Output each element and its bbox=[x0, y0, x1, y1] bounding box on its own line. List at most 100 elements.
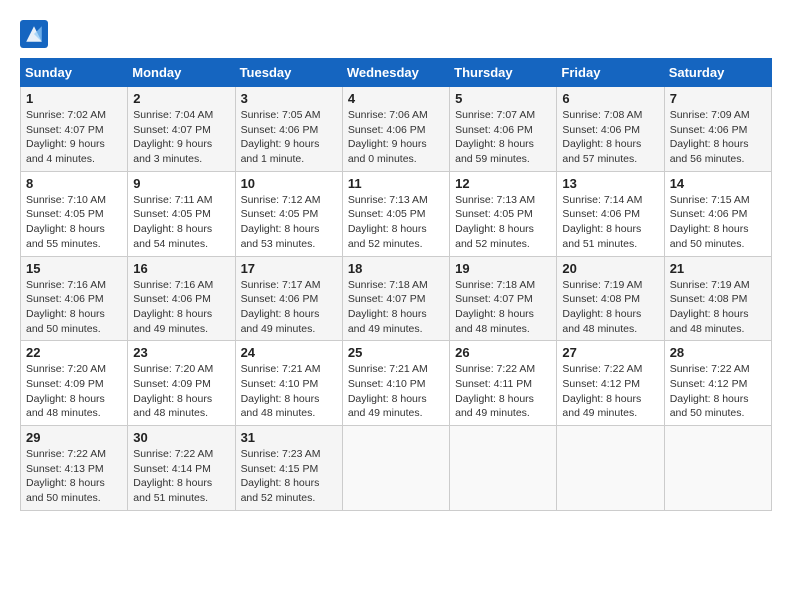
day-info: Sunrise: 7:09 AMSunset: 4:06 PMDaylight:… bbox=[670, 108, 766, 167]
day-number: 6 bbox=[562, 91, 658, 106]
day-info: Sunrise: 7:08 AMSunset: 4:06 PMDaylight:… bbox=[562, 108, 658, 167]
day-cell-26: 26 Sunrise: 7:22 AMSunset: 4:11 PMDayligh… bbox=[450, 341, 557, 426]
empty-cell bbox=[450, 426, 557, 511]
day-cell-28: 28 Sunrise: 7:22 AMSunset: 4:12 PMDayligh… bbox=[664, 341, 771, 426]
day-number: 19 bbox=[455, 261, 551, 276]
day-number: 12 bbox=[455, 176, 551, 191]
day-info: Sunrise: 7:13 AMSunset: 4:05 PMDaylight:… bbox=[348, 193, 444, 252]
calendar-table: SundayMondayTuesdayWednesdayThursdayFrid… bbox=[20, 58, 772, 511]
day-info: Sunrise: 7:15 AMSunset: 4:06 PMDaylight:… bbox=[670, 193, 766, 252]
header-day-saturday: Saturday bbox=[664, 59, 771, 87]
day-number: 2 bbox=[133, 91, 229, 106]
day-cell-19: 19 Sunrise: 7:18 AMSunset: 4:07 PMDayligh… bbox=[450, 256, 557, 341]
day-cell-30: 30 Sunrise: 7:22 AMSunset: 4:14 PMDayligh… bbox=[128, 426, 235, 511]
day-cell-20: 20 Sunrise: 7:19 AMSunset: 4:08 PMDayligh… bbox=[557, 256, 664, 341]
day-cell-21: 21Sunrise: 7:19 AMSunset: 4:08 PMDayligh… bbox=[664, 256, 771, 341]
day-info: Sunrise: 7:21 AMSunset: 4:10 PMDaylight:… bbox=[348, 362, 444, 421]
day-cell-18: 18Sunrise: 7:18 AMSunset: 4:07 PMDayligh… bbox=[342, 256, 449, 341]
calendar-header: SundayMondayTuesdayWednesdayThursdayFrid… bbox=[21, 59, 772, 87]
day-info: Sunrise: 7:22 AMSunset: 4:12 PMDaylight:… bbox=[562, 362, 658, 421]
day-number: 14 bbox=[670, 176, 766, 191]
day-info: Sunrise: 7:22 AMSunset: 4:13 PMDaylight:… bbox=[26, 447, 122, 506]
day-info: Sunrise: 7:04 AMSunset: 4:07 PMDaylight:… bbox=[133, 108, 229, 167]
calendar-body: 1Sunrise: 7:02 AMSunset: 4:07 PMDaylight… bbox=[21, 87, 772, 511]
day-number: 8 bbox=[26, 176, 122, 191]
day-number: 3 bbox=[241, 91, 337, 106]
day-cell-17: 17 Sunrise: 7:17 AMSunset: 4:06 PMDayligh… bbox=[235, 256, 342, 341]
day-cell-10: 10 Sunrise: 7:12 AMSunset: 4:05 PMDayligh… bbox=[235, 171, 342, 256]
day-cell-1: 1Sunrise: 7:02 AMSunset: 4:07 PMDaylight… bbox=[21, 87, 128, 172]
day-cell-29: 29 Sunrise: 7:22 AMSunset: 4:13 PMDayligh… bbox=[21, 426, 128, 511]
day-cell-3: 3 Sunrise: 7:05 AMSunset: 4:06 PMDaylight… bbox=[235, 87, 342, 172]
day-number: 28 bbox=[670, 345, 766, 360]
day-info: Sunrise: 7:05 AMSunset: 4:06 PMDaylight:… bbox=[241, 108, 337, 167]
day-info: Sunrise: 7:16 AMSunset: 4:06 PMDaylight:… bbox=[133, 278, 229, 337]
logo bbox=[20, 20, 54, 48]
day-number: 29 bbox=[26, 430, 122, 445]
header-day-monday: Monday bbox=[128, 59, 235, 87]
day-cell-8: 8 Sunrise: 7:10 AMSunset: 4:05 PMDaylight… bbox=[21, 171, 128, 256]
header-day-sunday: Sunday bbox=[21, 59, 128, 87]
day-number: 25 bbox=[348, 345, 444, 360]
day-cell-11: 11 Sunrise: 7:13 AMSunset: 4:05 PMDayligh… bbox=[342, 171, 449, 256]
day-info: Sunrise: 7:23 AMSunset: 4:15 PMDaylight:… bbox=[241, 447, 337, 506]
header-row: SundayMondayTuesdayWednesdayThursdayFrid… bbox=[21, 59, 772, 87]
header-day-thursday: Thursday bbox=[450, 59, 557, 87]
day-number: 16 bbox=[133, 261, 229, 276]
day-info: Sunrise: 7:18 AMSunset: 4:07 PMDaylight:… bbox=[455, 278, 551, 337]
day-cell-14: 14 Sunrise: 7:15 AMSunset: 4:06 PMDayligh… bbox=[664, 171, 771, 256]
day-cell-27: 27Sunrise: 7:22 AMSunset: 4:12 PMDayligh… bbox=[557, 341, 664, 426]
week-row-5: 29 Sunrise: 7:22 AMSunset: 4:13 PMDayligh… bbox=[21, 426, 772, 511]
empty-cell bbox=[664, 426, 771, 511]
day-number: 15 bbox=[26, 261, 122, 276]
day-info: Sunrise: 7:22 AMSunset: 4:12 PMDaylight:… bbox=[670, 362, 766, 421]
day-number: 20 bbox=[562, 261, 658, 276]
day-number: 26 bbox=[455, 345, 551, 360]
day-info: Sunrise: 7:17 AMSunset: 4:06 PMDaylight:… bbox=[241, 278, 337, 337]
day-cell-23: 23 Sunrise: 7:20 AMSunset: 4:09 PMDayligh… bbox=[128, 341, 235, 426]
empty-cell bbox=[557, 426, 664, 511]
week-row-4: 22 Sunrise: 7:20 AMSunset: 4:09 PMDayligh… bbox=[21, 341, 772, 426]
day-cell-24: 24Sunrise: 7:21 AMSunset: 4:10 PMDayligh… bbox=[235, 341, 342, 426]
day-cell-12: 12 Sunrise: 7:13 AMSunset: 4:05 PMDayligh… bbox=[450, 171, 557, 256]
day-number: 18 bbox=[348, 261, 444, 276]
day-info: Sunrise: 7:06 AMSunset: 4:06 PMDaylight:… bbox=[348, 108, 444, 167]
day-cell-6: 6 Sunrise: 7:08 AMSunset: 4:06 PMDaylight… bbox=[557, 87, 664, 172]
day-cell-22: 22 Sunrise: 7:20 AMSunset: 4:09 PMDayligh… bbox=[21, 341, 128, 426]
day-cell-2: 2 Sunrise: 7:04 AMSunset: 4:07 PMDaylight… bbox=[128, 87, 235, 172]
day-number: 22 bbox=[26, 345, 122, 360]
day-info: Sunrise: 7:20 AMSunset: 4:09 PMDaylight:… bbox=[26, 362, 122, 421]
day-info: Sunrise: 7:12 AMSunset: 4:05 PMDaylight:… bbox=[241, 193, 337, 252]
day-info: Sunrise: 7:13 AMSunset: 4:05 PMDaylight:… bbox=[455, 193, 551, 252]
day-info: Sunrise: 7:10 AMSunset: 4:05 PMDaylight:… bbox=[26, 193, 122, 252]
day-info: Sunrise: 7:21 AMSunset: 4:10 PMDaylight:… bbox=[241, 362, 337, 421]
header-day-tuesday: Tuesday bbox=[235, 59, 342, 87]
day-info: Sunrise: 7:22 AMSunset: 4:14 PMDaylight:… bbox=[133, 447, 229, 506]
day-number: 5 bbox=[455, 91, 551, 106]
day-number: 17 bbox=[241, 261, 337, 276]
day-cell-16: 16 Sunrise: 7:16 AMSunset: 4:06 PMDayligh… bbox=[128, 256, 235, 341]
week-row-2: 8 Sunrise: 7:10 AMSunset: 4:05 PMDaylight… bbox=[21, 171, 772, 256]
day-number: 13 bbox=[562, 176, 658, 191]
day-info: Sunrise: 7:02 AMSunset: 4:07 PMDaylight:… bbox=[26, 108, 122, 167]
day-number: 11 bbox=[348, 176, 444, 191]
day-info: Sunrise: 7:19 AMSunset: 4:08 PMDaylight:… bbox=[562, 278, 658, 337]
day-cell-9: 9Sunrise: 7:11 AMSunset: 4:05 PMDaylight… bbox=[128, 171, 235, 256]
week-row-3: 15 Sunrise: 7:16 AMSunset: 4:06 PMDayligh… bbox=[21, 256, 772, 341]
empty-cell bbox=[342, 426, 449, 511]
day-info: Sunrise: 7:22 AMSunset: 4:11 PMDaylight:… bbox=[455, 362, 551, 421]
day-info: Sunrise: 7:20 AMSunset: 4:09 PMDaylight:… bbox=[133, 362, 229, 421]
day-info: Sunrise: 7:07 AMSunset: 4:06 PMDaylight:… bbox=[455, 108, 551, 167]
logo-icon bbox=[20, 20, 48, 48]
day-number: 23 bbox=[133, 345, 229, 360]
day-number: 7 bbox=[670, 91, 766, 106]
day-cell-5: 5 Sunrise: 7:07 AMSunset: 4:06 PMDaylight… bbox=[450, 87, 557, 172]
header-day-wednesday: Wednesday bbox=[342, 59, 449, 87]
day-number: 4 bbox=[348, 91, 444, 106]
day-cell-7: 7 Sunrise: 7:09 AMSunset: 4:06 PMDaylight… bbox=[664, 87, 771, 172]
day-info: Sunrise: 7:11 AMSunset: 4:05 PMDaylight:… bbox=[133, 193, 229, 252]
day-number: 10 bbox=[241, 176, 337, 191]
day-cell-15: 15Sunrise: 7:16 AMSunset: 4:06 PMDayligh… bbox=[21, 256, 128, 341]
day-number: 31 bbox=[241, 430, 337, 445]
day-number: 30 bbox=[133, 430, 229, 445]
